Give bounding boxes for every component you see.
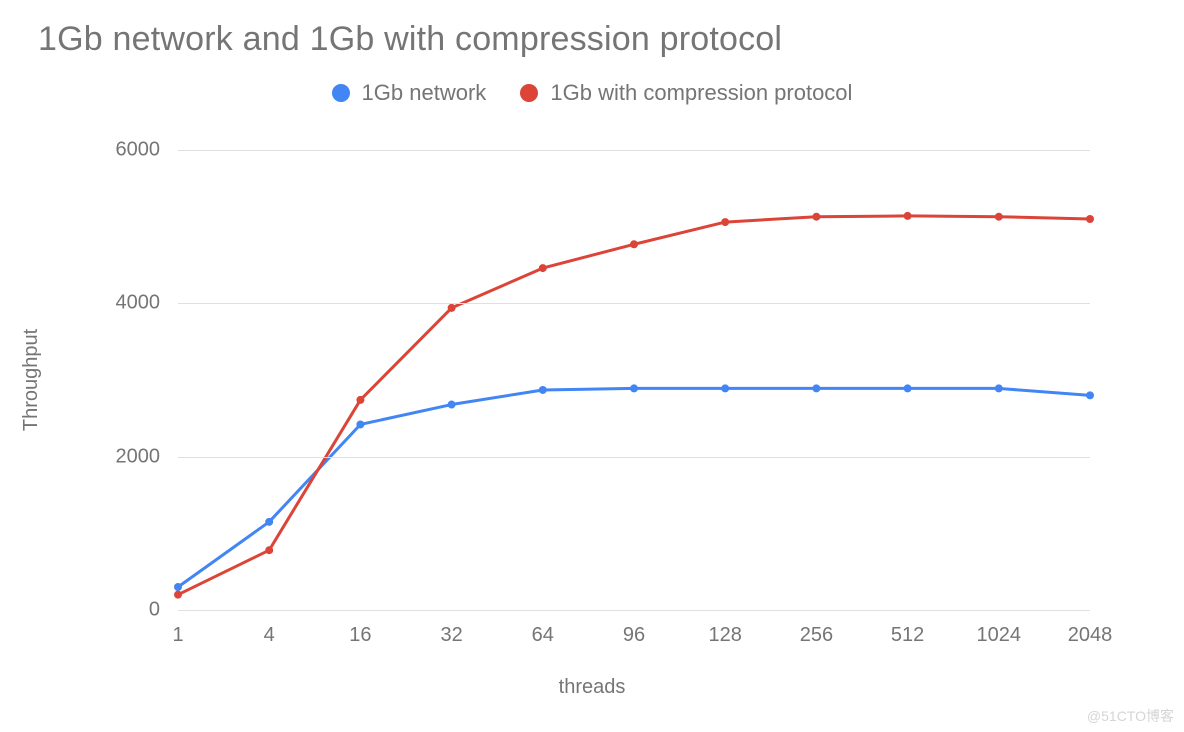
x-axis-label: threads (0, 676, 1184, 699)
watermark: @51CTO博客 (1087, 706, 1174, 726)
data-point (356, 420, 364, 428)
data-point (995, 213, 1003, 221)
legend-item-series-1: 1Gb with compression protocol (520, 80, 852, 106)
x-tick-label: 2048 (1068, 610, 1113, 647)
data-point (995, 384, 1003, 392)
legend: 1Gb network 1Gb with compression protoco… (0, 80, 1184, 108)
chart-container: 1Gb network and 1Gb with compression pro… (0, 0, 1184, 732)
x-tick-label: 32 (440, 610, 462, 647)
x-tick-label: 128 (709, 610, 742, 647)
data-point (265, 546, 273, 554)
legend-label-series-0: 1Gb network (362, 80, 487, 106)
data-point (1086, 391, 1094, 399)
y-tick-label: 4000 (116, 292, 179, 315)
legend-dot-series-1 (520, 84, 538, 102)
data-point (539, 264, 547, 272)
data-point (356, 396, 364, 404)
x-tick-label: 4 (264, 610, 275, 647)
legend-item-series-0: 1Gb network (332, 80, 487, 106)
data-point (904, 384, 912, 392)
series-line-1 (178, 216, 1090, 595)
data-point (174, 583, 182, 591)
data-point (265, 518, 273, 526)
data-point (1086, 215, 1094, 223)
gridline (178, 457, 1090, 458)
line-svg (178, 150, 1090, 610)
x-tick-label: 96 (623, 610, 645, 647)
data-point (812, 384, 820, 392)
legend-label-series-1: 1Gb with compression protocol (550, 80, 852, 106)
data-point (904, 212, 912, 220)
gridline (178, 303, 1090, 304)
data-point (539, 386, 547, 394)
data-point (174, 591, 182, 599)
plot-area: 0200040006000141632649612825651210242048 (178, 150, 1090, 610)
data-point (448, 304, 456, 312)
x-tick-label: 16 (349, 610, 371, 647)
x-tick-label: 1 (172, 610, 183, 647)
x-tick-label: 64 (532, 610, 554, 647)
data-point (812, 213, 820, 221)
y-tick-label: 6000 (116, 139, 179, 162)
chart-title: 1Gb network and 1Gb with compression pro… (38, 20, 782, 59)
legend-dot-series-0 (332, 84, 350, 102)
gridline (178, 150, 1090, 151)
series-line-0 (178, 388, 1090, 587)
data-point (721, 384, 729, 392)
data-point (721, 218, 729, 226)
y-axis-label: Throughput (20, 329, 43, 431)
data-point (448, 401, 456, 409)
x-tick-label: 256 (800, 610, 833, 647)
data-point (630, 384, 638, 392)
y-tick-label: 2000 (116, 445, 179, 468)
x-tick-label: 1024 (977, 610, 1022, 647)
x-tick-label: 512 (891, 610, 924, 647)
data-point (630, 240, 638, 248)
